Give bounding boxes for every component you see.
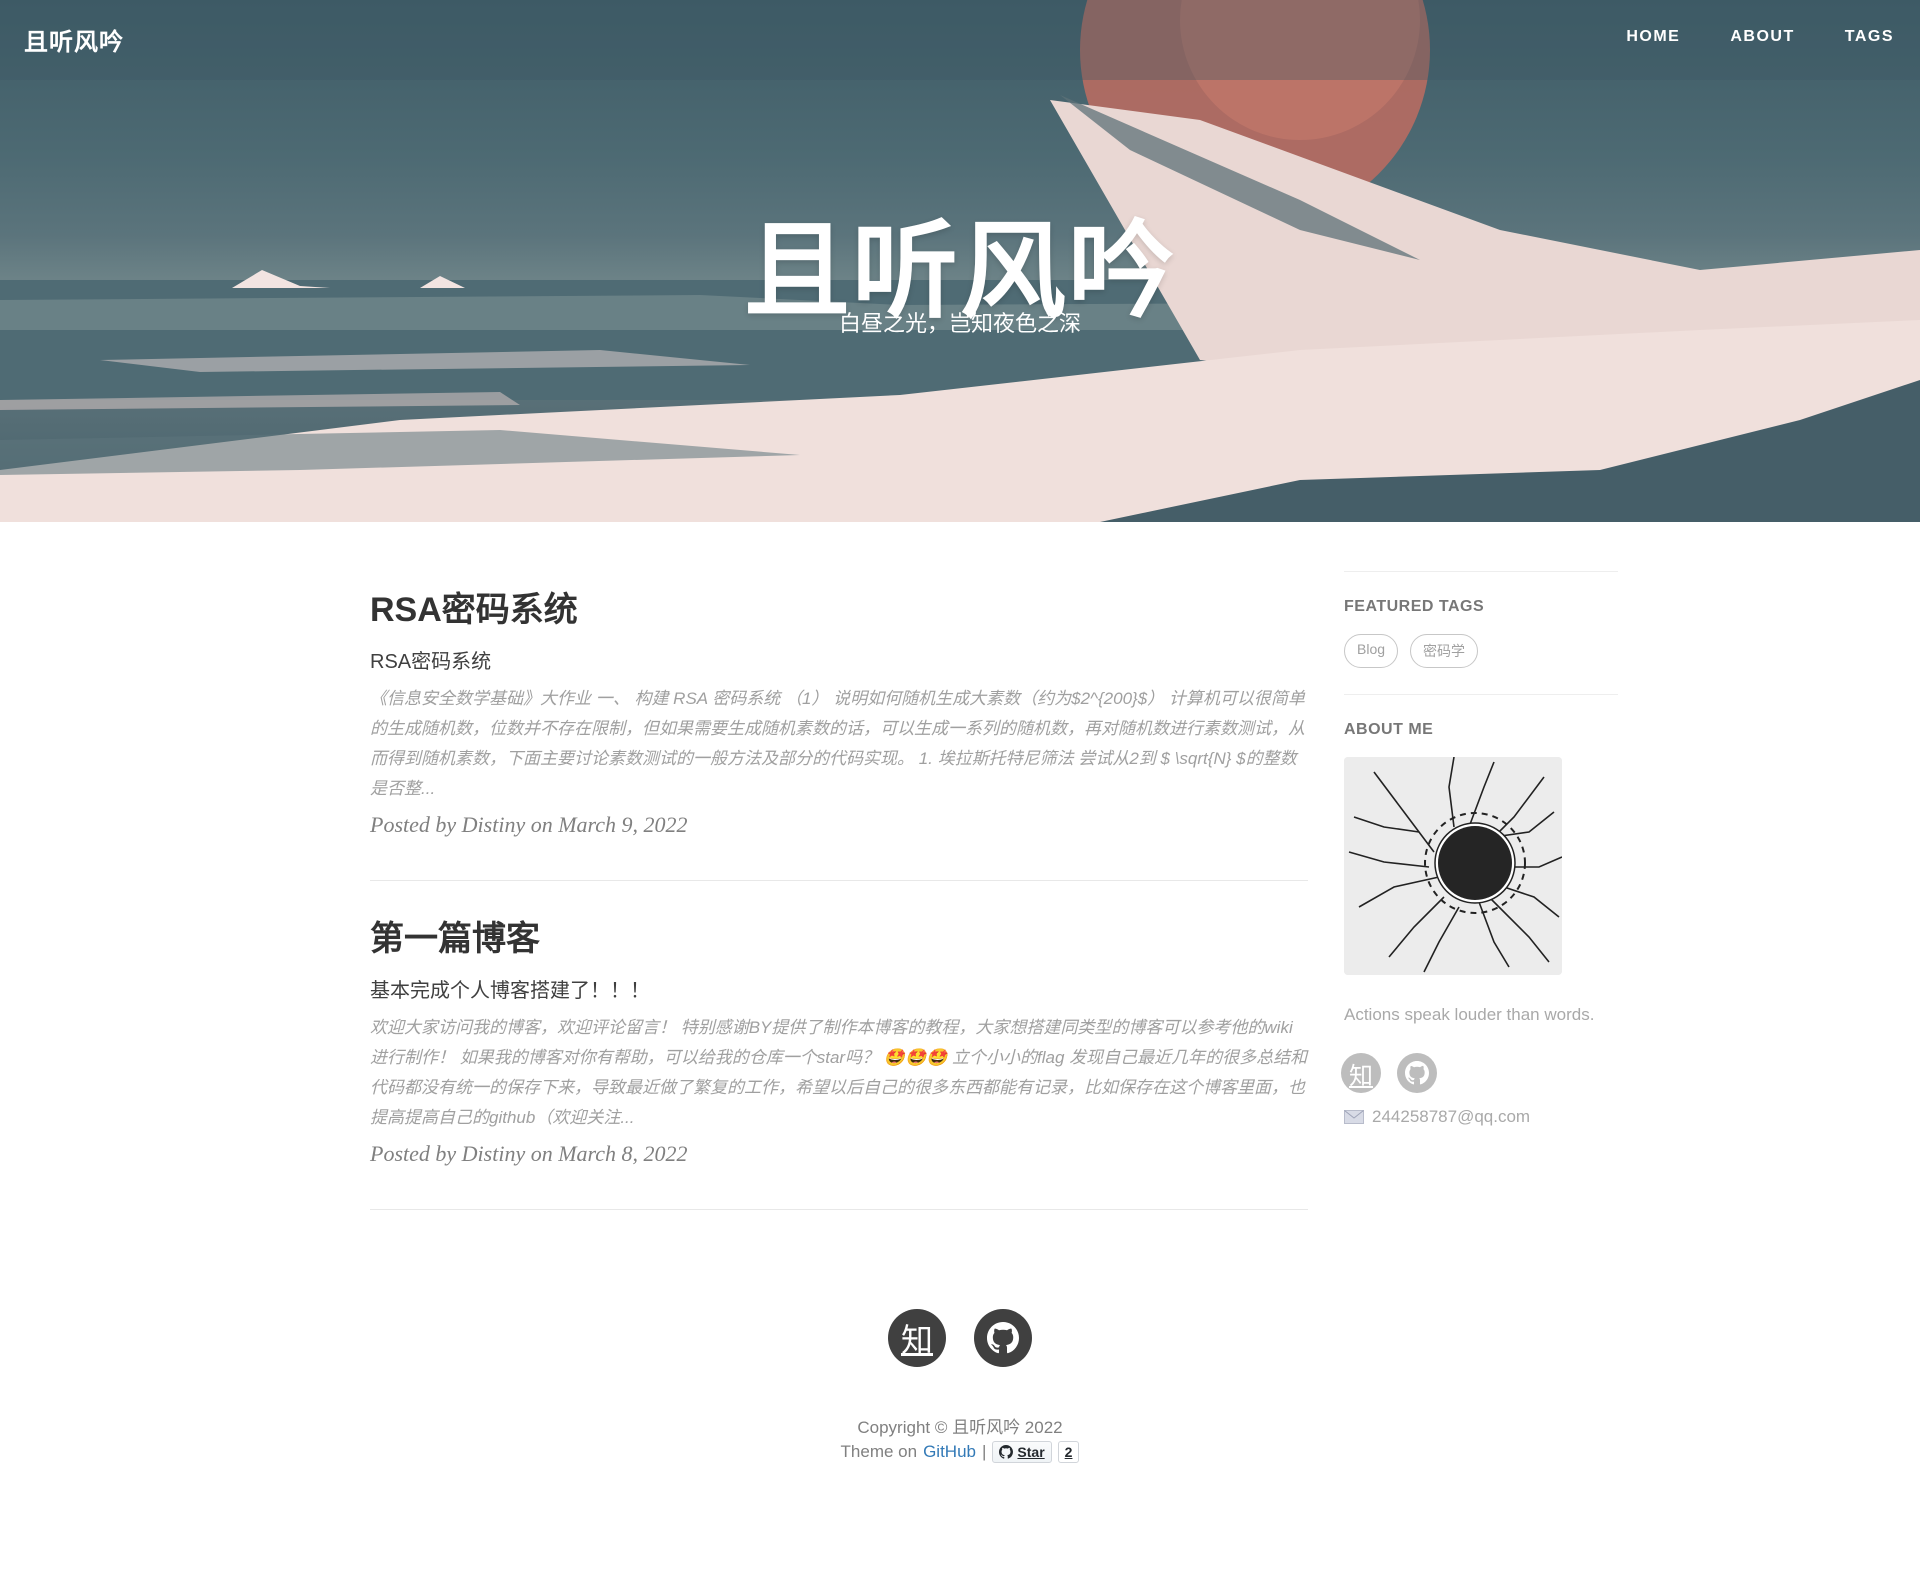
cracked-hole-avatar-image	[1344, 757, 1562, 975]
sidebar: FEATURED TAGS Blog 密码学 ABOUT ME Actions …	[1341, 571, 1618, 1127]
post-meta: Posted by Distiny on March 8, 2022	[370, 1141, 1308, 1167]
hero-subtitle: 白昼之光，岂知夜色之深	[838, 311, 1081, 336]
post-title-link[interactable]: 第一篇博客	[370, 919, 1308, 960]
post-date: March 8, 2022	[558, 1140, 688, 1166]
tag-blog[interactable]: Blog	[1344, 634, 1399, 668]
copyright-text: Copyright © 且听风吟 2022	[857, 1418, 1063, 1437]
github-logo-glyph	[987, 1322, 1019, 1354]
github-icon[interactable]	[1397, 1053, 1437, 1093]
zhihu-icon[interactable]: 知	[888, 1309, 946, 1367]
post-excerpt[interactable]: 欢迎大家访问我的博客，欢迎评论留言！ 特别感谢BY提供了制作本博客的教程，大家想…	[370, 1013, 1308, 1133]
zhihu-glyph: 知	[1349, 1062, 1373, 1090]
theme-credit: Theme on GitHub | Star 2	[0, 1441, 1920, 1463]
post-author-link[interactable]: Distiny	[462, 1141, 526, 1166]
nav-about-link[interactable]: ABOUT	[1730, 28, 1794, 46]
post-date: March 9, 2022	[558, 811, 688, 837]
post-preview: RSA密码系统 RSA密码系统 《信息安全数学基础》大作业 一、 构建 RSA …	[370, 590, 1308, 881]
separator: |	[982, 1442, 987, 1461]
post-subtitle: 基本完成个人博客搭建了！！！	[370, 979, 650, 1002]
nav-links: HOME ABOUT TAGS	[1626, 28, 1894, 46]
featured-tags-heading: FEATURED TAGS	[1344, 598, 1485, 615]
about-me-heading: ABOUT ME	[1344, 721, 1434, 738]
nav-home-link[interactable]: HOME	[1626, 28, 1680, 46]
sidebar-divider	[1344, 571, 1618, 572]
post-author-link[interactable]: Distiny	[462, 812, 526, 837]
sidebar-divider	[1344, 694, 1618, 695]
avatar	[1344, 757, 1562, 975]
sidebar-social-links: 知	[1341, 1053, 1618, 1093]
about-motto: Actions speak louder than words.	[1344, 1005, 1595, 1024]
nav-tags-link[interactable]: TAGS	[1845, 28, 1894, 46]
email-row: 244258787@qq.com	[1344, 1107, 1618, 1127]
footer-social-links: 知	[888, 1309, 1032, 1367]
github-star-button[interactable]: Star	[992, 1441, 1052, 1463]
star-count-badge[interactable]: 2	[1057, 1441, 1080, 1463]
post-preview: 第一篇博客 基本完成个人博客搭建了！！！ 欢迎大家访问我的博客，欢迎评论留言！ …	[370, 919, 1308, 1210]
zhihu-glyph: 知	[900, 1322, 933, 1358]
zhihu-icon[interactable]: 知	[1341, 1053, 1381, 1093]
email-link[interactable]: 244258787@qq.com	[1372, 1107, 1530, 1127]
post-list: RSA密码系统 RSA密码系统 《信息安全数学基础》大作业 一、 构建 RSA …	[370, 570, 1308, 1248]
github-mark-icon	[999, 1445, 1014, 1459]
theme-prefix: Theme on	[840, 1442, 918, 1461]
tag-cryptography[interactable]: 密码学	[1410, 634, 1479, 668]
post-meta-prefix: Posted by	[370, 1140, 462, 1166]
post-excerpt[interactable]: 《信息安全数学基础》大作业 一、 构建 RSA 密码系统 （1） 说明如何随机生…	[370, 684, 1308, 804]
site-brand-link[interactable]: 且听风吟	[24, 22, 124, 57]
post-meta-prefix: Posted by	[370, 811, 462, 837]
star-label: Star	[1017, 1444, 1045, 1460]
hero-banner: 且听风吟 白昼之光，岂知夜色之深	[0, 0, 1920, 522]
post-subtitle: RSA密码系统	[370, 650, 492, 673]
post-title-link[interactable]: RSA密码系统	[370, 590, 1308, 631]
featured-tags: Blog 密码学	[1344, 634, 1618, 668]
post-meta: Posted by Distiny on March 9, 2022	[370, 812, 1308, 838]
envelope-icon	[1344, 1110, 1364, 1124]
navbar: 且听风吟 HOME ABOUT TAGS	[0, 0, 1920, 76]
github-theme-link[interactable]: GitHub	[923, 1442, 976, 1462]
github-icon[interactable]	[974, 1309, 1032, 1367]
post-meta-mid: on	[525, 1140, 559, 1166]
github-logo-glyph	[1405, 1061, 1429, 1085]
post-meta-mid: on	[525, 811, 559, 837]
